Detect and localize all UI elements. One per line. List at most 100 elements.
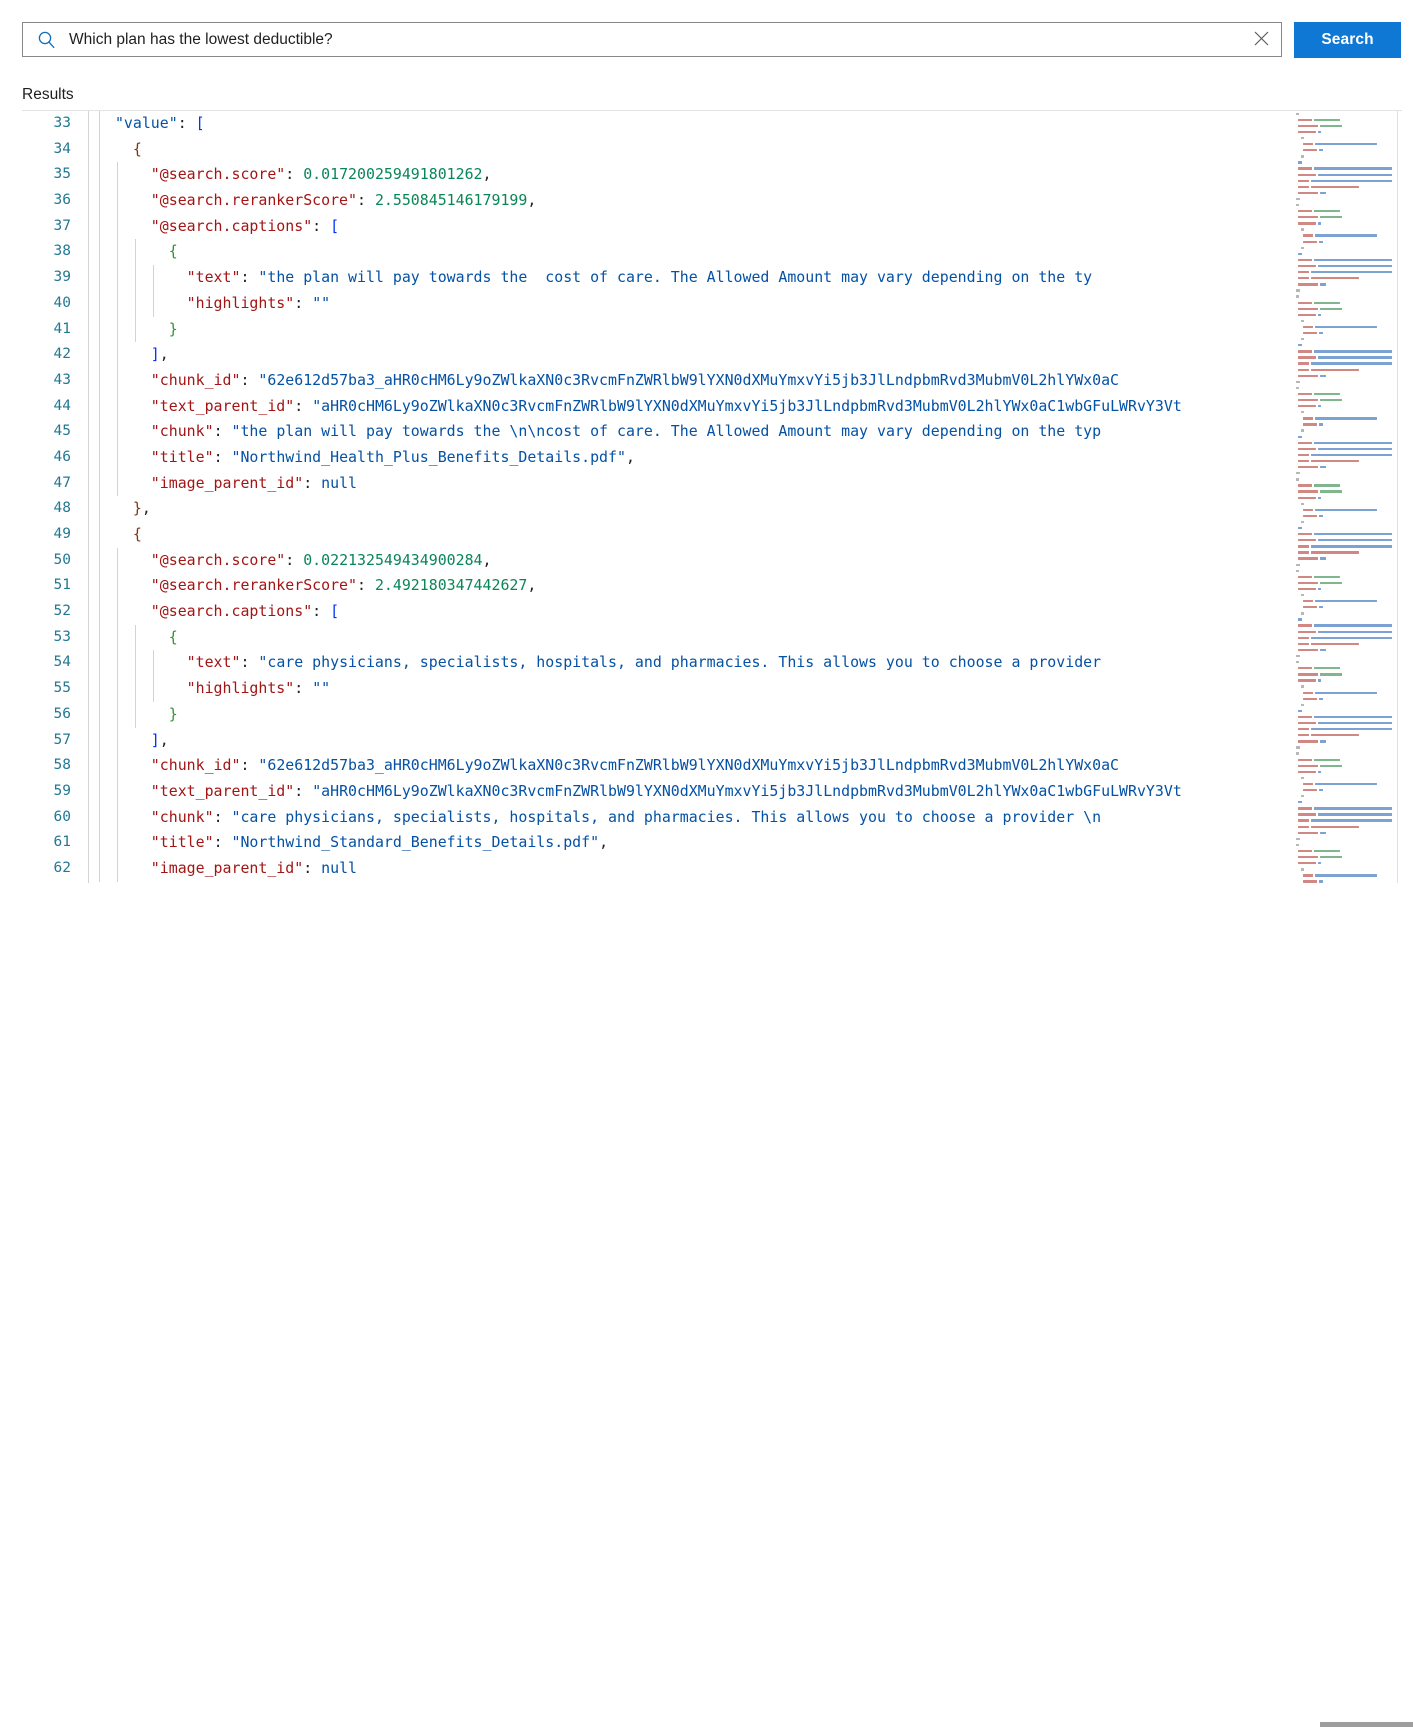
- minimap-segment: [1298, 350, 1312, 352]
- code-token: "": [312, 294, 330, 312]
- indent-guide: [135, 702, 136, 728]
- minimap-segment: [1298, 356, 1316, 358]
- search-input[interactable]: [69, 24, 1241, 55]
- minimap-segment: [1298, 716, 1312, 718]
- minimap-segment: [1298, 728, 1309, 730]
- code-line[interactable]: {: [89, 137, 1292, 163]
- minimap-segment: [1301, 338, 1304, 340]
- indent-guide: [99, 496, 100, 522]
- minimap-segment: [1298, 131, 1316, 133]
- clear-search-button[interactable]: [1241, 23, 1281, 56]
- minimap-segment: [1318, 813, 1392, 815]
- minimap-segment: [1296, 655, 1300, 657]
- code-line[interactable]: "@search.rerankerScore": 2.4921803474426…: [89, 573, 1292, 599]
- code-token: ,: [160, 731, 169, 749]
- minimap-segment: [1311, 277, 1359, 279]
- code-line[interactable]: "@search.rerankerScore": 2.5508451461791…: [89, 188, 1292, 214]
- code-token: "text_parent_id": [151, 397, 294, 415]
- code-line[interactable]: "chunk_id": "62e612d57ba3_aHR0cHM6Ly9oZW…: [89, 753, 1292, 779]
- horizontal-scrollbar-thumb[interactable]: [1320, 1722, 1413, 1727]
- code-indent: [97, 731, 151, 749]
- code-token: :: [285, 165, 303, 183]
- code-content-area[interactable]: "value": [ { "@search.score": 0.01720025…: [89, 111, 1292, 883]
- minimap-segment: [1320, 375, 1326, 377]
- code-line[interactable]: ],: [89, 728, 1292, 754]
- minimap-segment: [1320, 582, 1342, 584]
- minimap-segment: [1314, 119, 1340, 121]
- code-indent: [97, 782, 151, 800]
- minimap-segment: [1320, 192, 1326, 194]
- code-token: 2.492180347442627: [375, 576, 527, 594]
- minimap-segment: [1315, 234, 1377, 236]
- code-line[interactable]: "text_parent_id": "aHR0cHM6Ly9oZWlkaXN0c…: [89, 394, 1292, 420]
- code-line[interactable]: "text": "the plan will pay towards the c…: [89, 265, 1292, 291]
- code-token: :: [294, 294, 312, 312]
- minimap-segment: [1314, 210, 1340, 212]
- code-line[interactable]: "chunk_id": "62e612d57ba3_aHR0cHM6Ly9oZW…: [89, 368, 1292, 394]
- indent-guide: [117, 830, 118, 856]
- indent-guide: [99, 753, 100, 779]
- code-line[interactable]: "@search.captions": [: [89, 599, 1292, 625]
- code-token: :: [214, 808, 232, 826]
- json-results-editor[interactable]: 3334353637383940414243444546474849505152…: [22, 110, 1402, 883]
- code-line[interactable]: {: [89, 239, 1292, 265]
- search-input-box[interactable]: [22, 22, 1282, 57]
- code-line[interactable]: }: [89, 702, 1292, 728]
- minimap-segment: [1315, 509, 1377, 511]
- indent-guide: [99, 650, 100, 676]
- code-line[interactable]: {: [89, 625, 1292, 651]
- minimap-segment: [1298, 277, 1309, 279]
- minimap-segment: [1303, 692, 1313, 694]
- indent-guide: [117, 317, 118, 343]
- code-line[interactable]: "highlights": "": [89, 291, 1292, 317]
- code-line[interactable]: "value": [: [89, 111, 1292, 137]
- code-line[interactable]: "chunk": "care physicians, specialists, …: [89, 805, 1292, 831]
- code-line[interactable]: "text_parent_id": "aHR0cHM6Ly9oZWlkaXN0c…: [89, 779, 1292, 805]
- code-indent: [97, 628, 169, 646]
- line-number: 46: [22, 445, 88, 471]
- minimap-segment: [1298, 186, 1309, 188]
- code-token: "@search.captions": [151, 217, 312, 235]
- code-token: :: [240, 756, 258, 774]
- minimap-segment: [1303, 149, 1317, 151]
- code-minimap[interactable]: [1292, 111, 1402, 883]
- code-line[interactable]: "chunk": "the plan will pay towards the …: [89, 419, 1292, 445]
- minimap-segment: [1298, 557, 1318, 559]
- minimap-segment: [1298, 813, 1316, 815]
- minimap-segment: [1320, 740, 1326, 742]
- code-line[interactable]: "highlights": "": [89, 676, 1292, 702]
- minimap-segment: [1298, 722, 1316, 724]
- line-number: 34: [22, 137, 88, 163]
- minimap-segment: [1303, 417, 1313, 419]
- horizontal-scrollbar-track[interactable]: [22, 860, 1402, 870]
- code-line[interactable]: "@search.captions": [: [89, 214, 1292, 240]
- code-indent: [97, 551, 151, 569]
- code-line[interactable]: },: [89, 496, 1292, 522]
- minimap-segment: [1311, 728, 1392, 730]
- minimap-segment: [1314, 167, 1392, 169]
- minimap-segment: [1298, 167, 1312, 169]
- minimap-line: [1292, 879, 1402, 883]
- minimap-segment: [1318, 131, 1321, 133]
- minimap-segment: [1311, 734, 1359, 736]
- minimap-segment: [1298, 819, 1309, 821]
- code-line[interactable]: "text": "care physicians, specialists, h…: [89, 650, 1292, 676]
- code-line[interactable]: {: [89, 522, 1292, 548]
- code-line[interactable]: "title": "Northwind_Health_Plus_Benefits…: [89, 445, 1292, 471]
- minimap-segment: [1303, 789, 1317, 791]
- indent-guide: [117, 702, 118, 728]
- code-line[interactable]: }: [89, 317, 1292, 343]
- minimap-segment: [1296, 661, 1299, 663]
- code-line[interactable]: "image_parent_id": null: [89, 471, 1292, 497]
- code-line[interactable]: "title": "Northwind_Standard_Benefits_De…: [89, 830, 1292, 856]
- minimap-segment: [1318, 631, 1392, 633]
- search-submit-button[interactable]: Search: [1294, 22, 1401, 58]
- code-line[interactable]: "@search.score": 0.022132549434900284,: [89, 548, 1292, 574]
- code-line[interactable]: "@search.score": 0.017200259491801262,: [89, 162, 1292, 188]
- code-line[interactable]: ],: [89, 342, 1292, 368]
- minimap-segment: [1296, 381, 1300, 383]
- indent-guide: [117, 625, 118, 651]
- code-indent: [97, 320, 169, 338]
- minimap-segment: [1296, 844, 1299, 846]
- code-token: ,: [483, 551, 492, 569]
